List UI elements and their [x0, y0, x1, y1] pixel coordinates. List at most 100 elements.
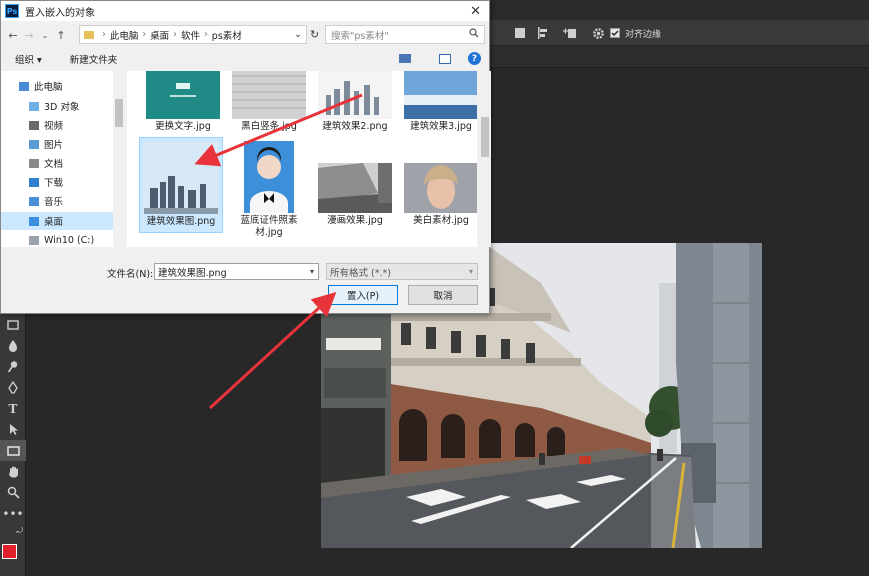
path-align-icon[interactable]	[536, 25, 550, 41]
gear-icon[interactable]	[592, 25, 605, 41]
file-name: 漫画效果.jpg	[327, 215, 383, 226]
change-view-icon[interactable]	[399, 54, 411, 63]
breadcrumb-ps-assets[interactable]: ps素材	[212, 28, 242, 42]
nav-item-videos[interactable]: 视频	[29, 116, 63, 134]
path-selection-tool-icon[interactable]	[0, 419, 26, 440]
file-thumbnail	[404, 71, 477, 119]
rectangle-marquee-tool-icon[interactable]	[0, 314, 26, 335]
path-op-icon[interactable]	[514, 25, 526, 41]
zoom-tool-icon[interactable]	[0, 482, 26, 503]
file-thumbnail	[318, 71, 392, 119]
desktop-folder-icon	[29, 216, 39, 226]
address-bar[interactable]: › 此电脑 › 桌面 › 软件 › ps素材 ⌄	[79, 25, 307, 44]
foreground-color-swatch[interactable]	[2, 544, 17, 559]
type-tool-icon[interactable]: T	[0, 398, 26, 419]
pictures-folder-icon	[29, 139, 39, 149]
file-thumbnail	[232, 71, 306, 119]
nav-item-label: 文档	[44, 159, 64, 170]
drive-icon	[29, 235, 39, 245]
file-item[interactable]: 建筑效果3.jpg	[399, 71, 477, 133]
filename-label: 文件名(N):	[107, 269, 154, 280]
nav-item-documents[interactable]: 文档	[29, 154, 63, 172]
file-name: 美白素材.jpg	[413, 215, 469, 226]
document-tab-strip	[490, 46, 869, 68]
align-edges-label: 对齐边缘	[625, 29, 662, 40]
preview-pane-icon[interactable]	[439, 54, 451, 64]
help-icon[interactable]: ?	[468, 52, 481, 65]
file-name: 更换文字.jpg	[155, 121, 211, 132]
search-input[interactable]: 搜索"ps素材"	[325, 25, 485, 44]
path-arrange-icon[interactable]	[562, 25, 578, 41]
breadcrumb-separator-icon: ›	[102, 29, 106, 40]
ps-tools-panel: T ••• ⤾	[0, 314, 26, 576]
refresh-icon[interactable]: ↻	[310, 28, 319, 41]
place-button[interactable]: 置入(P)	[328, 285, 398, 305]
nav-item-label: 图片	[44, 140, 64, 151]
new-folder-button[interactable]: 新建文件夹	[70, 52, 118, 66]
file-name: 建筑效果2.png	[322, 121, 388, 132]
photoshop-logo-icon: Ps	[5, 4, 19, 18]
hand-tool-icon[interactable]	[0, 461, 26, 482]
file-name: 蓝底证件照素材.jpg	[240, 215, 298, 238]
nav-item-label: 此电脑	[34, 82, 63, 93]
chevron-down-icon[interactable]: ⌄	[294, 29, 302, 40]
nav-item-desktop[interactable]: 桌面	[1, 212, 113, 230]
filetype-value: 所有格式 (*.*)	[330, 267, 391, 279]
scrollbar-thumb[interactable]	[481, 117, 489, 157]
nav-item-downloads[interactable]: 下载	[29, 173, 63, 191]
dialog-footer: 文件名(N): 建筑效果图.png ▾ 所有格式 (*.*) ▾ 置入(P) 取…	[1, 251, 491, 315]
nav-item-this-pc[interactable]: 此电脑	[19, 77, 63, 95]
file-item[interactable]: 黑白竖条.jpg	[227, 71, 311, 133]
pen-tool-icon[interactable]	[0, 377, 26, 398]
search-icon	[469, 28, 479, 41]
filetype-select[interactable]: 所有格式 (*.*) ▾	[326, 263, 478, 280]
breadcrumb-this-pc[interactable]: 此电脑	[110, 28, 139, 42]
organize-menu[interactable]: 组织 ▾	[15, 52, 42, 66]
nav-item-3d-objects[interactable]: 3D 对象	[29, 97, 79, 115]
nav-item-pictures[interactable]: 图片	[29, 135, 63, 153]
forward-arrow-icon[interactable]: →	[21, 29, 37, 42]
file-thumbnail	[318, 163, 392, 213]
file-name: 黑白竖条.jpg	[241, 121, 297, 132]
back-arrow-icon[interactable]: ←	[5, 29, 21, 42]
chevron-down-icon[interactable]: ▾	[310, 267, 314, 276]
breadcrumb-software[interactable]: 软件	[181, 28, 200, 42]
file-list: 更换文字.jpg 黑白竖条.jpg 建筑效果2.png 建筑效果3.jpg 建筑…	[127, 71, 477, 247]
navigation-pane: 此电脑 3D 对象 视频 图片 文档 下载 音乐 桌面 Win10 (C:)	[1, 71, 125, 247]
scrollbar-thumb[interactable]	[115, 99, 123, 127]
folder-icon	[84, 30, 94, 39]
file-item[interactable]: 更换文字.jpg	[141, 71, 225, 133]
search-placeholder: 搜索"ps素材"	[331, 30, 389, 42]
more-tools-icon[interactable]: •••	[0, 503, 26, 524]
file-item[interactable]: 漫画效果.jpg	[313, 163, 397, 227]
filename-field[interactable]: 建筑效果图.png ▾	[154, 263, 319, 280]
navigation-bar: ← → ⌄ ↑ › 此电脑 › 桌面 › 软件 › ps素材 ⌄ ↻ 搜索"ps…	[1, 23, 491, 47]
chevron-down-icon[interactable]: ▾	[469, 267, 473, 276]
video-folder-icon	[29, 120, 39, 130]
file-item[interactable]: 美白素材.jpg	[399, 163, 477, 227]
swap-colors-icon[interactable]: ⤾	[0, 524, 26, 538]
place-embedded-dialog: Ps 置入嵌入的对象 ✕ ← → ⌄ ↑ › 此电脑 › 桌面 › 软件 › p…	[0, 0, 491, 315]
blur-tool-icon[interactable]	[0, 335, 26, 356]
close-button[interactable]: ✕	[470, 4, 481, 19]
nav-scrollbar[interactable]	[113, 71, 125, 247]
nav-item-drive-c[interactable]: Win10 (C:)	[29, 231, 94, 249]
align-edges-checkbox[interactable]	[610, 25, 620, 41]
recent-locations-icon[interactable]: ⌄	[37, 31, 53, 40]
dodge-tool-icon[interactable]	[0, 356, 26, 377]
file-item[interactable]: 建筑效果2.png	[313, 71, 397, 133]
cancel-button[interactable]: 取消	[408, 285, 478, 305]
file-thumbnail	[244, 141, 294, 213]
nav-item-label: Win10 (C:)	[44, 234, 95, 246]
nav-item-music[interactable]: 音乐	[29, 192, 63, 210]
file-name: 建筑效果图.png	[146, 216, 216, 227]
file-item-selected[interactable]: 建筑效果图.png	[139, 137, 223, 233]
rectangle-tool-icon[interactable]	[0, 440, 26, 461]
downloads-folder-icon	[29, 177, 39, 187]
breadcrumb-desktop[interactable]: 桌面	[150, 28, 169, 42]
file-item[interactable]: 蓝底证件照素材.jpg	[227, 141, 311, 239]
file-list-scrollbar[interactable]	[479, 71, 491, 247]
dialog-titlebar: Ps 置入嵌入的对象 ✕	[1, 1, 489, 21]
file-thumbnail	[404, 163, 477, 213]
up-arrow-icon[interactable]: ↑	[53, 29, 69, 42]
